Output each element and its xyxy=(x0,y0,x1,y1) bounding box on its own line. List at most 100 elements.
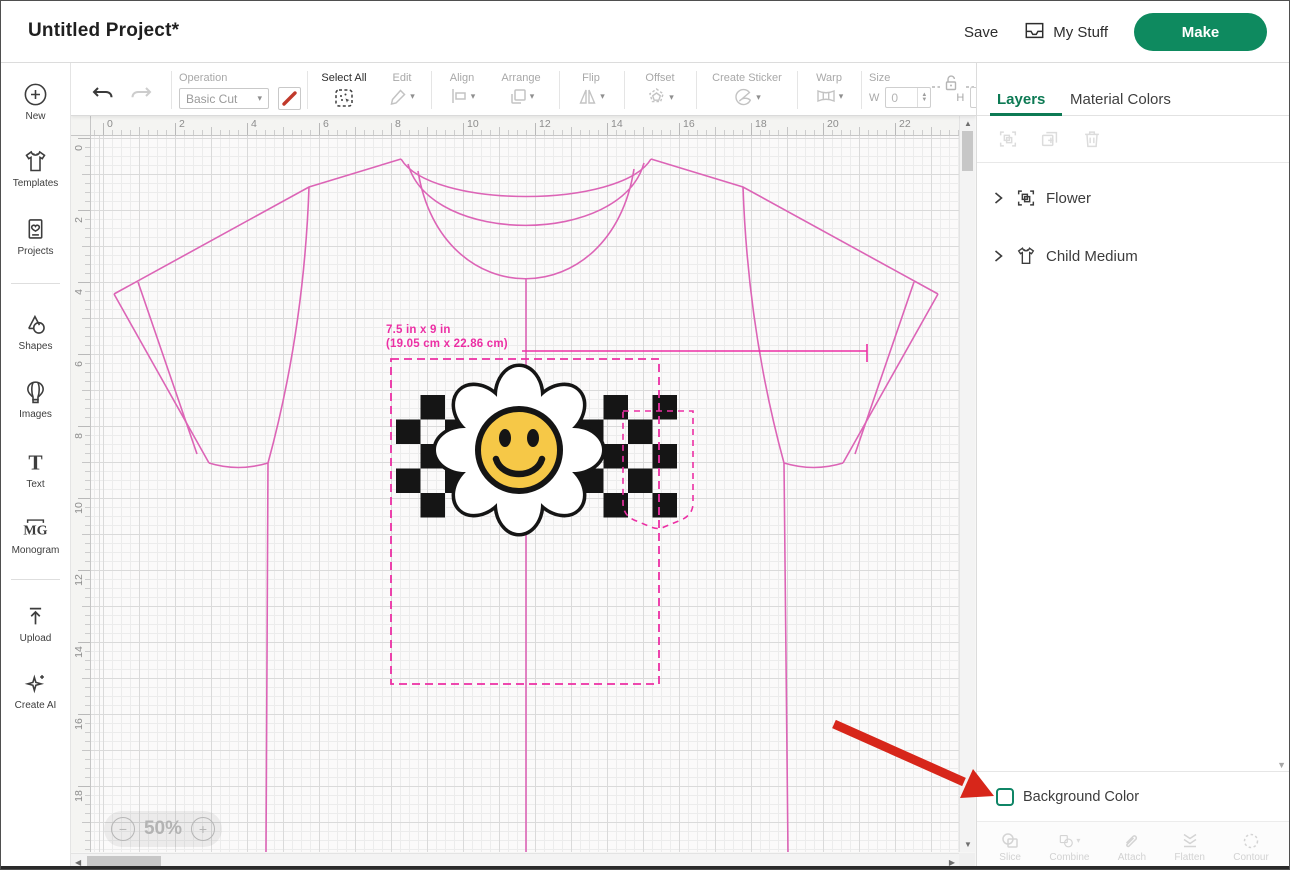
redo-button[interactable] xyxy=(129,85,153,105)
create-sticker-label: Create Sticker xyxy=(703,72,791,84)
width-value: 0 xyxy=(886,91,917,105)
edit-toolbar: Operation Basic Cut ▾ Select All Edit xyxy=(71,63,976,116)
ruler-tick-label: 2 xyxy=(73,213,85,227)
ruler-tick-label: 8 xyxy=(395,118,401,130)
pencil-icon xyxy=(389,87,408,106)
panel-bottom-actions: Slice ▾ Combine Attach Flatten Contour xyxy=(977,821,1290,870)
background-color-row: Background Color xyxy=(977,771,1290,821)
trash-icon[interactable] xyxy=(1081,128,1103,150)
arrange-button[interactable]: ▾ xyxy=(508,87,535,106)
height-label: H xyxy=(956,92,964,104)
edit-group: Edit ▾ xyxy=(379,63,425,116)
sidebar-item-projects[interactable]: Projects xyxy=(1,216,70,257)
align-group: Align ▾ xyxy=(437,63,487,116)
ruler-tick-label: 16 xyxy=(73,717,85,731)
combine-icon: ▾ xyxy=(1058,831,1080,851)
toolbar-divider xyxy=(307,71,308,109)
layer-name: Child Medium xyxy=(1046,248,1138,265)
make-button[interactable]: Make xyxy=(1134,13,1267,51)
select-all-group: Select All xyxy=(315,63,373,116)
sidebar-item-create-ai[interactable]: Create AI xyxy=(1,670,70,711)
flower-design[interactable] xyxy=(396,367,693,533)
duplicate-icon[interactable] xyxy=(1039,128,1061,150)
sidebar-item-label: Create AI xyxy=(15,700,57,711)
select-all-label: Select All xyxy=(315,72,373,84)
sidebar-item-upload[interactable]: Upload xyxy=(1,603,70,644)
toolbar-divider xyxy=(696,71,697,109)
scroll-up-icon[interactable]: ▲ xyxy=(964,119,972,128)
select-all-button[interactable] xyxy=(333,87,355,109)
sidebar-item-label: New xyxy=(25,111,45,122)
slice-button[interactable]: Slice xyxy=(999,831,1021,863)
zoom-control: − 50% + xyxy=(104,811,222,847)
tab-material-colors[interactable]: Material Colors xyxy=(1070,91,1171,108)
layer-row-child-medium[interactable]: Child Medium xyxy=(977,229,1290,283)
chevron-right-icon[interactable] xyxy=(990,248,1006,264)
flip-label: Flip xyxy=(565,72,617,84)
sidebar-item-monogram[interactable]: MG Monogram xyxy=(1,515,70,556)
vertical-scrollbar[interactable]: ▲ ▼ xyxy=(959,116,975,852)
ruler-tick-label: 14 xyxy=(611,118,623,130)
scroll-down-icon[interactable]: ▼ xyxy=(964,840,972,849)
operation-select[interactable]: Basic Cut ▾ xyxy=(179,88,269,109)
edit-button[interactable]: ▾ xyxy=(389,87,415,106)
cut-color-swatch[interactable] xyxy=(278,87,301,110)
ruler-tick-label: 4 xyxy=(73,285,85,299)
save-button[interactable]: Save xyxy=(964,24,998,41)
attach-button[interactable]: Attach xyxy=(1118,831,1146,863)
create-sticker-button[interactable]: ▾ xyxy=(733,87,761,107)
toolbar-divider xyxy=(797,71,798,109)
chevron-down-icon: ▾ xyxy=(756,92,761,103)
width-stepper[interactable]: ▲▼ xyxy=(917,88,930,107)
contour-button[interactable]: Contour xyxy=(1233,831,1269,863)
operation-group: Operation Basic Cut ▾ xyxy=(179,63,309,116)
red-pen-icon xyxy=(281,90,298,107)
align-icon xyxy=(449,87,469,105)
flatten-button[interactable]: Flatten xyxy=(1174,831,1205,863)
offset-group: Offset ▾ xyxy=(631,63,689,116)
sidebar-item-text[interactable]: T Text xyxy=(1,449,70,490)
toolbar-divider xyxy=(624,71,625,109)
flip-icon xyxy=(577,87,598,106)
panel-scroll-down-icon[interactable]: ▼ xyxy=(1277,760,1286,770)
width-input[interactable]: 0 ▲▼ xyxy=(885,87,931,108)
combine-button[interactable]: ▾ Combine xyxy=(1049,831,1089,863)
ruler-tick-label: 18 xyxy=(73,789,85,803)
sidebar-item-shapes[interactable]: Shapes xyxy=(1,311,70,352)
group-icon[interactable] xyxy=(997,128,1019,150)
undo-button[interactable] xyxy=(91,85,115,105)
flip-button[interactable]: ▾ xyxy=(577,87,605,106)
flatten-icon xyxy=(1179,831,1201,851)
ruler-tick-label: 18 xyxy=(755,118,767,130)
layer-row-flower[interactable]: Flower xyxy=(977,171,1290,225)
attach-icon xyxy=(1121,831,1143,851)
arrange-label: Arrange xyxy=(491,72,551,84)
layer-name: Flower xyxy=(1046,190,1091,207)
sidebar-item-label: Shapes xyxy=(19,341,53,352)
zoom-level: 50% xyxy=(144,818,182,840)
ruler-tick-label: 6 xyxy=(323,118,329,130)
chevron-right-icon[interactable] xyxy=(990,190,1006,206)
top-bar: Untitled Project* Save My Stuff Make xyxy=(1,1,1290,63)
inbox-icon xyxy=(1024,21,1045,44)
chevron-down-icon: ▾ xyxy=(257,93,262,104)
ruler-tick-label: 6 xyxy=(73,357,85,371)
layer-actions-row xyxy=(977,116,1290,163)
warp-button[interactable]: ▾ xyxy=(815,87,844,105)
background-color-checkbox[interactable] xyxy=(996,788,1014,806)
svg-text:MG: MG xyxy=(23,523,47,539)
ruler-tick-label: 22 xyxy=(899,118,911,130)
sidebar-item-images[interactable]: Images xyxy=(1,379,70,420)
align-button[interactable]: ▾ xyxy=(449,87,476,105)
sidebar-item-new[interactable]: New xyxy=(1,81,70,122)
flip-group: Flip ▾ xyxy=(565,63,617,116)
tab-layers[interactable]: Layers xyxy=(997,91,1045,108)
tshirt-icon xyxy=(22,148,49,175)
offset-button[interactable]: ▾ xyxy=(646,87,674,107)
vertical-scroll-thumb[interactable] xyxy=(962,131,973,171)
width-label: W xyxy=(869,92,879,104)
my-stuff-button[interactable]: My Stuff xyxy=(1024,21,1108,44)
sidebar-item-templates[interactable]: Templates xyxy=(1,148,70,189)
zoom-in-button[interactable]: + xyxy=(191,817,215,841)
zoom-out-button[interactable]: − xyxy=(111,817,135,841)
